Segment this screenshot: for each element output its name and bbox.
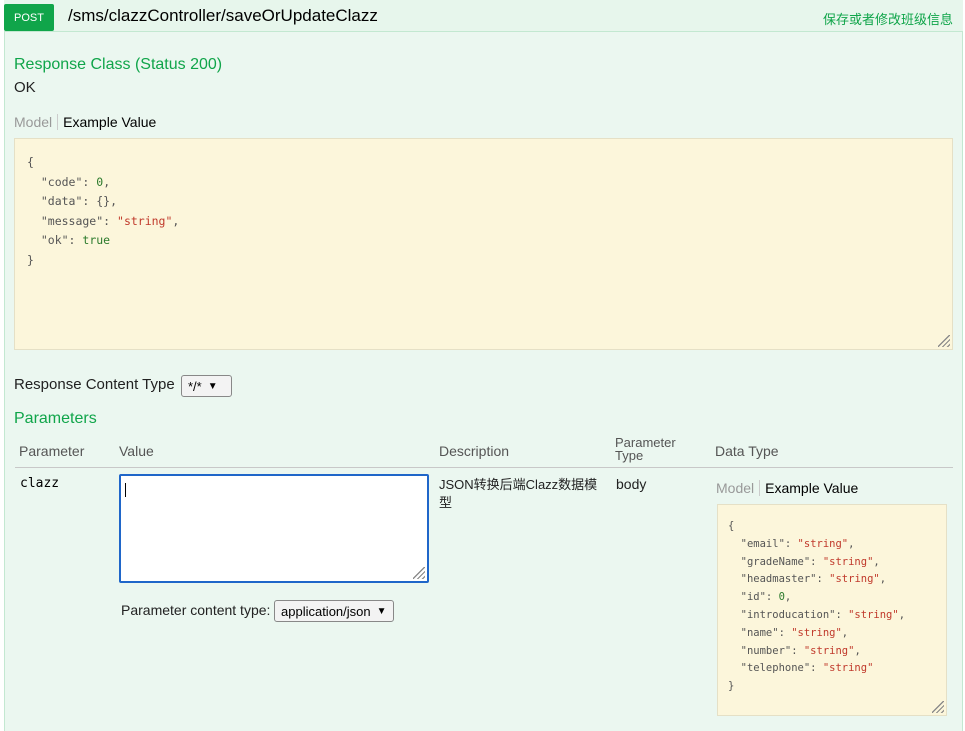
code-line: "id": 0, (728, 589, 936, 607)
column-header-data-type: Data Type (715, 443, 779, 459)
column-header-parameter: Parameter (19, 443, 85, 459)
code-line: } (728, 678, 936, 696)
code-line: } (27, 251, 940, 271)
code-token: , (879, 573, 887, 586)
code-line: "telephone": "string" (728, 660, 936, 678)
code-token: , (841, 626, 849, 639)
code-token: "number": (728, 644, 804, 657)
operation-summary[interactable]: 保存或者修改班级信息 (823, 9, 953, 28)
code-token: "headmaster": (728, 573, 830, 586)
code-token: } (27, 252, 34, 267)
resize-grip-icon[interactable] (932, 701, 944, 713)
code-token: "ok": (27, 233, 83, 247)
response-status-text: OK (14, 79, 36, 96)
code-token: , (898, 608, 906, 621)
code-line: "email": "string", (728, 536, 936, 554)
chevron-down-icon: ▼ (376, 605, 387, 617)
code-line: "code": 0, (27, 173, 940, 193)
tab-model[interactable]: Model (14, 114, 59, 130)
response-content-type-value: */* (188, 378, 202, 394)
parameter-type: body (616, 476, 647, 492)
code-line: "gradeName": "string", (728, 554, 936, 572)
code-token: { (728, 520, 735, 532)
tab-example-value[interactable]: Example Value (58, 114, 156, 130)
code-token: true (82, 233, 111, 247)
code-line: "data": {}, (27, 192, 940, 212)
tab-example-value[interactable]: Example Value (760, 480, 858, 496)
parameter-content-type-value: application/json (281, 603, 371, 619)
code-token: "telephone": (728, 662, 823, 675)
code-line: "name": "string", (728, 625, 936, 643)
code-token: "string" (803, 644, 855, 657)
code-token: "string" (822, 662, 874, 675)
code-token: } (728, 680, 735, 693)
code-token: , (784, 591, 792, 604)
code-line: "message": "string", (27, 212, 940, 232)
code-token: "string" (117, 213, 173, 228)
text-caret (125, 483, 126, 497)
column-header-parameter-type: Parameter Type (615, 435, 676, 463)
code-token: "gradeName": (728, 555, 823, 568)
parameter-description: JSON转换后端Clazz数据模型 (439, 477, 598, 510)
parameter-model-tabs: Model Example Value (716, 477, 858, 499)
code-token: "name": (728, 626, 792, 639)
code-token: "string" (829, 573, 880, 586)
code-token: , (854, 644, 861, 657)
parameter-name: clazz (20, 476, 60, 491)
column-header-description: Description (439, 443, 510, 459)
code-token: , (873, 555, 880, 568)
code-line: "introducation": "string", (728, 607, 936, 625)
chevron-down-icon: ▼ (207, 380, 218, 392)
response-model-tabs: Model Example Value (14, 111, 156, 133)
code-token: "id": (728, 591, 779, 604)
code-token: "string" (822, 555, 874, 568)
code-line: "number": "string", (728, 643, 936, 661)
operation-header[interactable]: POST /sms/clazzController/saveOrUpdateCl… (4, 0, 963, 32)
code-token: "introducation": (728, 608, 849, 621)
response-content-type-select[interactable]: */* ▼ (181, 375, 232, 397)
resize-grip-icon[interactable] (413, 567, 425, 579)
code-token: , (172, 213, 180, 228)
code-line: { (728, 518, 936, 536)
code-token: "code": (27, 174, 97, 189)
parameter-value-textarea[interactable] (119, 474, 429, 583)
parameter-content-type-label: Parameter content type: (121, 602, 271, 618)
response-content-type-label: Response Content Type (14, 376, 175, 393)
code-token: { (27, 155, 34, 169)
http-method-badge[interactable]: POST (4, 4, 54, 31)
code-line: { (27, 153, 940, 173)
resize-grip-icon[interactable] (938, 335, 950, 347)
code-token: "string" (848, 608, 899, 621)
code-token: , (848, 537, 855, 550)
operation-body: Response Class (Status 200) OK Model Exa… (4, 32, 963, 731)
code-token: , (103, 174, 111, 189)
code-token: "email": (728, 537, 798, 550)
parameters-title: Parameters (14, 410, 97, 427)
response-example-code[interactable]: { "code": 0, "data": {}, "message": "str… (14, 138, 953, 350)
response-class-title: Response Class (Status 200) (14, 56, 223, 73)
code-token: "string" (791, 626, 842, 639)
code-line: "headmaster": "string", (728, 571, 936, 589)
parameter-content-type-select[interactable]: application/json ▼ (274, 600, 394, 622)
parameter-example-code[interactable]: { "email": "string", "gradeName": "strin… (717, 504, 947, 716)
code-token: "message": (27, 213, 118, 228)
code-line: "ok": true (27, 231, 940, 251)
code-token: "data": {}, (27, 194, 118, 208)
operation-path[interactable]: /sms/clazzController/saveOrUpdateClazz (68, 6, 378, 26)
tab-model[interactable]: Model (716, 480, 761, 496)
code-token: "string" (797, 537, 849, 550)
column-header-value: Value (119, 443, 154, 459)
table-header-divider (15, 467, 953, 468)
